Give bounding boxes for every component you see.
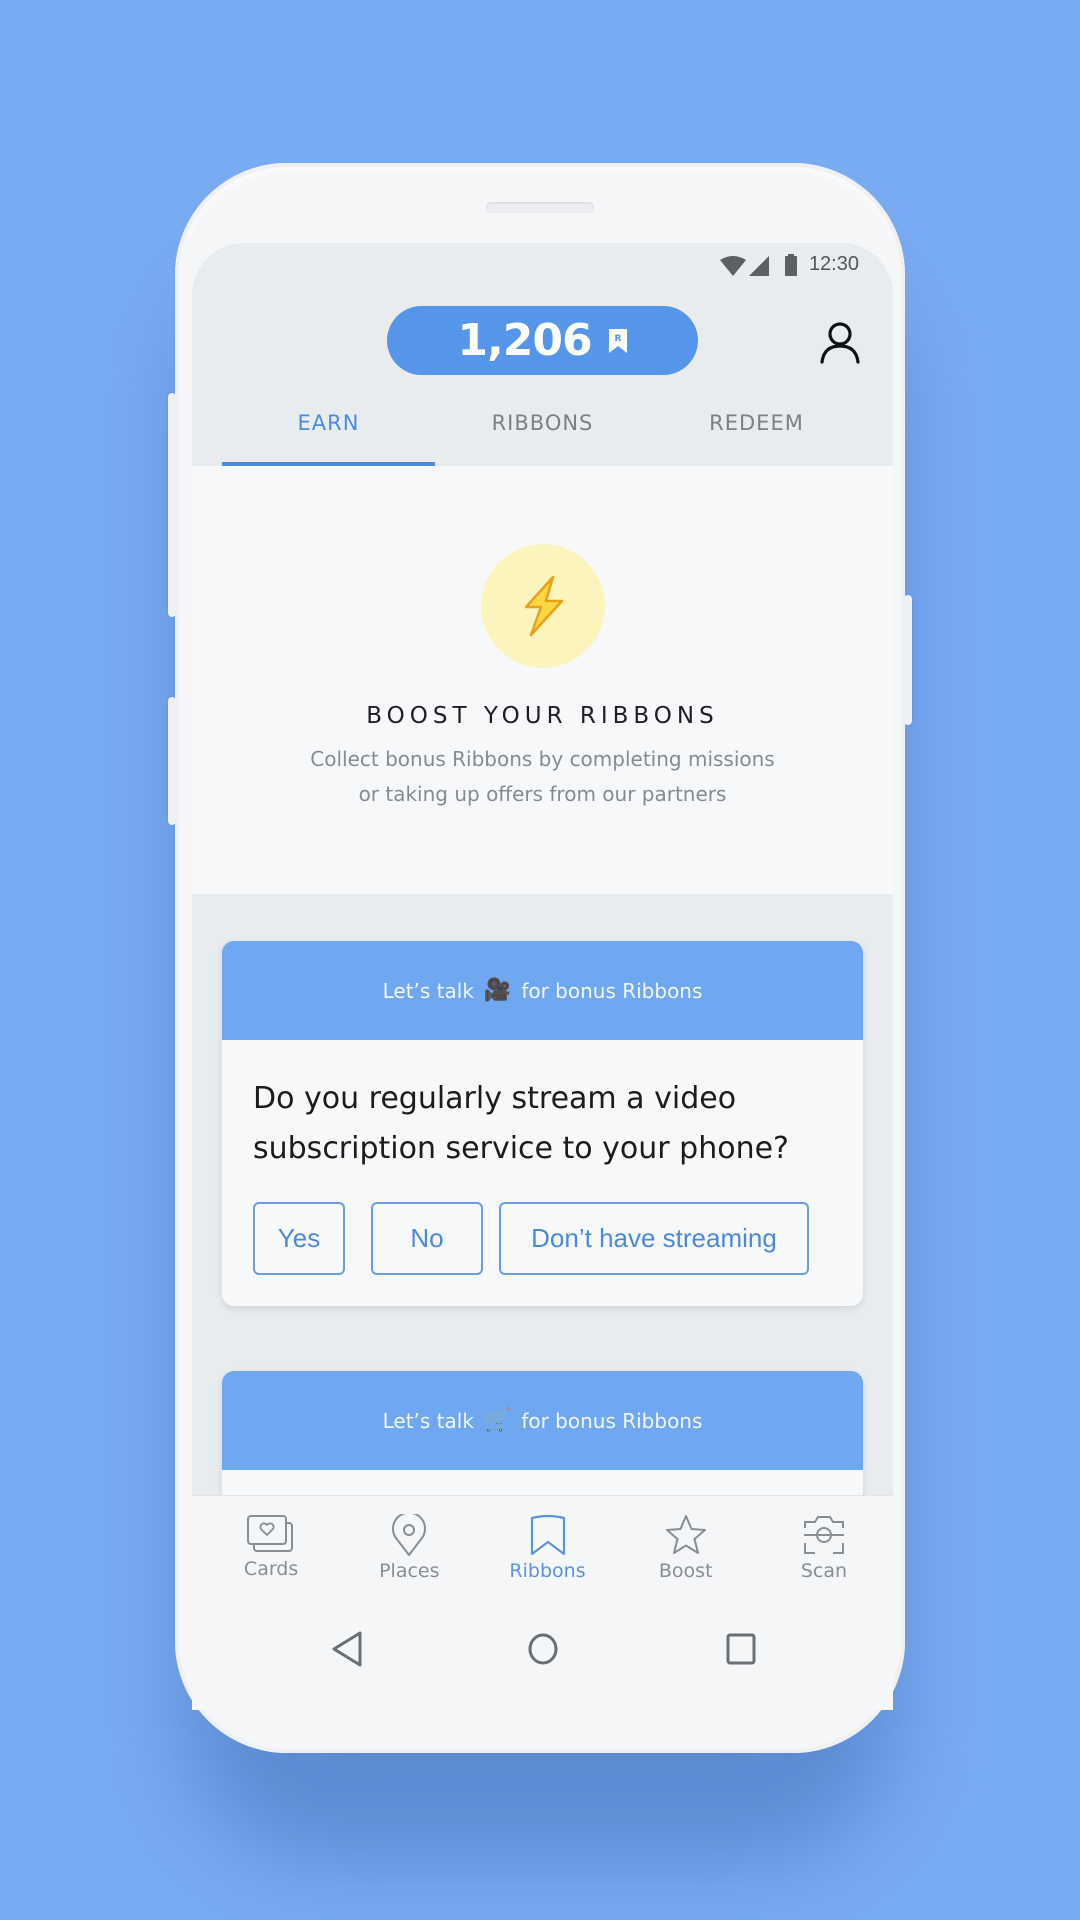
wifi-icon <box>720 256 746 276</box>
bookmark-ribbon-icon <box>530 1514 565 1556</box>
recents-icon[interactable] <box>726 1633 756 1665</box>
scan-camera-icon <box>803 1516 844 1554</box>
home-icon[interactable] <box>527 1632 559 1666</box>
points-value: 1,206 <box>457 315 592 366</box>
earpiece-speaker <box>486 202 594 213</box>
nav-label: Ribbons <box>509 1560 586 1582</box>
points-balance-pill[interactable]: 1,206 R <box>387 306 698 375</box>
hero-subtitle-line: Collect bonus Ribbons by completing miss… <box>310 747 775 771</box>
nav-places[interactable]: Places <box>340 1496 478 1606</box>
nav-scan[interactable]: Scan <box>755 1496 893 1606</box>
phone-screen: 12:30 1,206 R EARN RIBBONS REDEEM BOOST … <box>192 243 893 1710</box>
svg-text:R: R <box>614 334 621 344</box>
boost-hero: BOOST YOUR RIBBONS Collect bonus Ribbons… <box>192 466 893 894</box>
person-icon[interactable] <box>818 320 862 364</box>
bottom-navigation: Cards Places Ribbons Boost Scan <box>192 1495 893 1606</box>
nav-boost[interactable]: Boost <box>617 1496 755 1606</box>
card-header-prefix: Let’s talk <box>382 978 474 1003</box>
card-header-suffix: for bonus Ribbons <box>521 978 703 1003</box>
tab-earn[interactable]: EARN <box>222 395 435 466</box>
answer-yes-button[interactable]: Yes <box>253 1202 345 1275</box>
shopping-cart-icon: 🛒 <box>483 1408 512 1433</box>
answer-options: Yes No Don’t have streaming <box>222 1174 863 1306</box>
ribbon-r-icon: R <box>608 328 627 353</box>
cell-signal-icon <box>749 256 769 276</box>
status-time: 12:30 <box>808 253 859 275</box>
location-pin-icon <box>392 1514 427 1556</box>
tab-label: REDEEM <box>709 411 804 435</box>
bolt-badge <box>481 544 605 668</box>
card-header-suffix: for bonus Ribbons <box>521 1408 703 1433</box>
hero-title: BOOST YOUR RIBBONS <box>366 703 719 729</box>
tab-redeem[interactable]: REDEEM <box>650 395 863 466</box>
mission-card: Let’s talk 🛒 for bonus Ribbons <box>222 1371 863 1511</box>
hero-subtitle: Collect bonus Ribbons by completing miss… <box>192 742 893 812</box>
card-header: Let’s talk 🎥 for bonus Ribbons <box>222 941 863 1040</box>
card-header-prefix: Let’s talk <box>382 1408 474 1433</box>
power-button <box>904 595 912 725</box>
nav-label: Cards <box>243 1558 299 1580</box>
status-bar: 12:30 <box>192 243 893 287</box>
card-header: Let’s talk 🛒 for bonus Ribbons <box>222 1371 863 1470</box>
cards-heart-icon <box>247 1515 294 1552</box>
lightning-bolt-icon <box>524 575 564 637</box>
card-question: Do you regularly stream a video subscrip… <box>253 1081 789 1166</box>
tab-bar: EARN RIBBONS REDEEM <box>192 395 893 466</box>
star-icon <box>665 1515 706 1554</box>
nav-cards[interactable]: Cards <box>202 1496 340 1606</box>
nav-ribbons[interactable]: Ribbons <box>478 1496 616 1606</box>
tab-label: RIBBONS <box>491 411 594 435</box>
answer-no-streaming-button[interactable]: Don’t have streaming <box>499 1202 809 1275</box>
nav-label: Scan <box>800 1560 848 1582</box>
back-icon[interactable] <box>330 1630 364 1668</box>
answer-no-button[interactable]: No <box>371 1202 483 1275</box>
mission-card: Let’s talk 🎥 for bonus Ribbons Do you re… <box>222 941 863 1306</box>
tab-ribbons[interactable]: RIBBONS <box>435 395 650 466</box>
nav-label: Boost <box>658 1560 713 1582</box>
system-navigation-bar <box>192 1605 893 1710</box>
nav-label: Places <box>379 1560 440 1582</box>
movie-camera-icon: 🎥 <box>483 978 512 1003</box>
hero-subtitle-line: or taking up offers from our partners <box>358 782 727 806</box>
battery-icon <box>785 254 797 276</box>
tab-label: EARN <box>297 411 360 435</box>
